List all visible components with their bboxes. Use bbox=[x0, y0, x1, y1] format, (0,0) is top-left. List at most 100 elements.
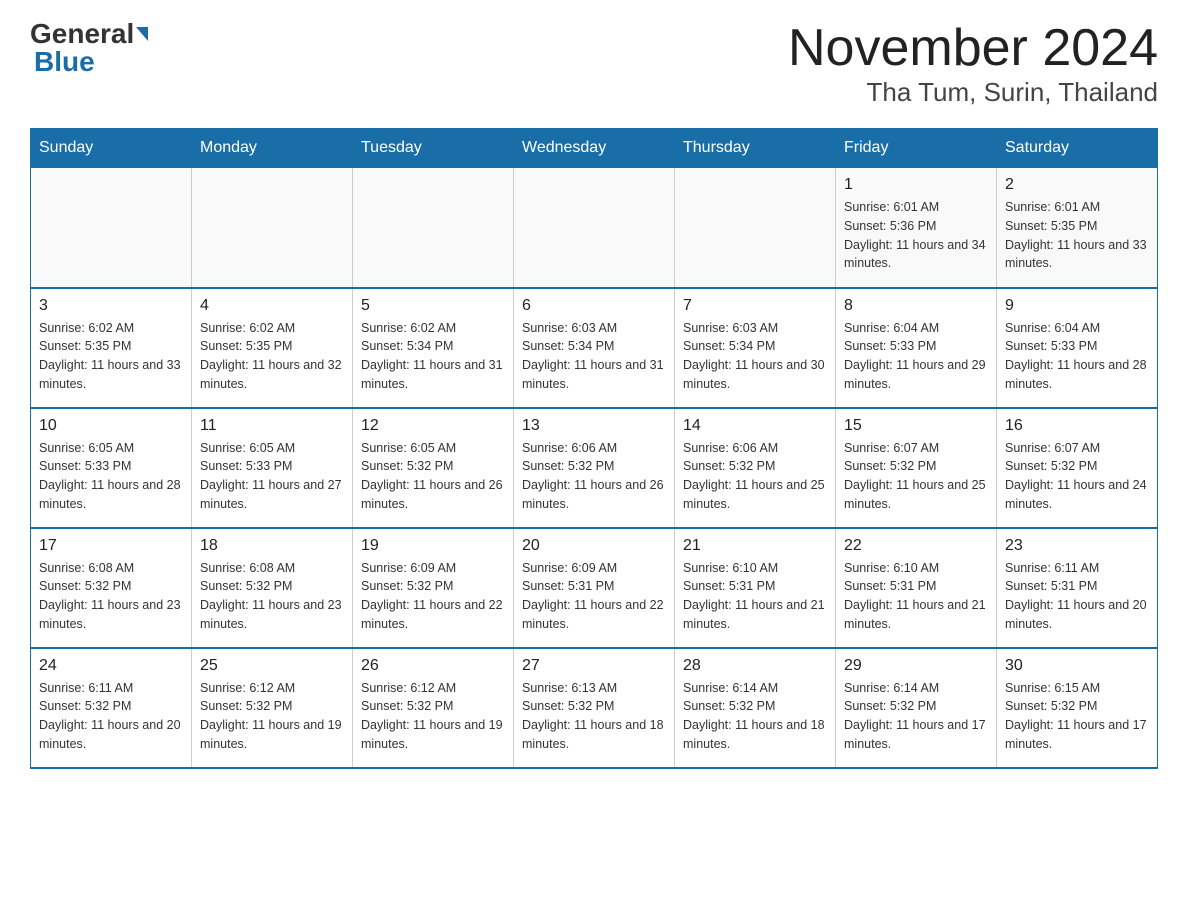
day-info: Sunrise: 6:02 AMSunset: 5:35 PMDaylight:… bbox=[39, 319, 183, 394]
day-number: 14 bbox=[683, 417, 827, 435]
day-info: Sunrise: 6:07 AMSunset: 5:32 PMDaylight:… bbox=[844, 439, 988, 514]
calendar-cell: 4 Sunrise: 6:02 AMSunset: 5:35 PMDaylight… bbox=[192, 288, 353, 408]
weekday-header-sunday: Sunday bbox=[31, 129, 192, 168]
calendar-cell: 29Sunrise: 6:14 AMSunset: 5:32 PMDayligh… bbox=[836, 648, 997, 768]
day-number: 3 bbox=[39, 297, 183, 315]
calendar-cell: 10 Sunrise: 6:05 AMSunset: 5:33 PMDayligh… bbox=[31, 408, 192, 528]
day-info: Sunrise: 6:08 AMSunset: 5:32 PMDaylight:… bbox=[200, 559, 344, 634]
day-info: Sunrise: 6:05 AMSunset: 5:33 PMDaylight:… bbox=[39, 439, 183, 514]
weekday-header-wednesday: Wednesday bbox=[514, 129, 675, 168]
calendar-cell: 19Sunrise: 6:09 AMSunset: 5:32 PMDayligh… bbox=[353, 528, 514, 648]
day-info: Sunrise: 6:06 AMSunset: 5:32 PMDaylight:… bbox=[683, 439, 827, 514]
calendar-cell: 18 Sunrise: 6:08 AMSunset: 5:32 PMDayligh… bbox=[192, 528, 353, 648]
day-number: 18 bbox=[200, 537, 344, 555]
day-info: Sunrise: 6:12 AMSunset: 5:32 PMDaylight:… bbox=[200, 679, 344, 754]
calendar-cell: 26 Sunrise: 6:12 AMSunset: 5:32 PMDayligh… bbox=[353, 648, 514, 768]
calendar-cell bbox=[675, 168, 836, 288]
calendar-cell: 30Sunrise: 6:15 AMSunset: 5:32 PMDayligh… bbox=[997, 648, 1158, 768]
calendar-cell: 27 Sunrise: 6:13 AMSunset: 5:32 PMDayligh… bbox=[514, 648, 675, 768]
calendar-cell: 20Sunrise: 6:09 AMSunset: 5:31 PMDayligh… bbox=[514, 528, 675, 648]
calendar-cell: 24 Sunrise: 6:11 AMSunset: 5:32 PMDayligh… bbox=[31, 648, 192, 768]
day-info: Sunrise: 6:13 AMSunset: 5:32 PMDaylight:… bbox=[522, 679, 666, 754]
calendar-cell: 6 Sunrise: 6:03 AMSunset: 5:34 PMDaylight… bbox=[514, 288, 675, 408]
day-info: Sunrise: 6:01 AMSunset: 5:35 PMDaylight:… bbox=[1005, 198, 1149, 273]
day-info: Sunrise: 6:14 AMSunset: 5:32 PMDaylight:… bbox=[844, 679, 988, 754]
day-info: Sunrise: 6:03 AMSunset: 5:34 PMDaylight:… bbox=[683, 319, 827, 394]
day-number: 16 bbox=[1005, 417, 1149, 435]
day-number: 2 bbox=[1005, 176, 1149, 194]
day-info: Sunrise: 6:10 AMSunset: 5:31 PMDaylight:… bbox=[683, 559, 827, 634]
logo: General Blue bbox=[30, 20, 148, 76]
day-number: 9 bbox=[1005, 297, 1149, 315]
day-number: 13 bbox=[522, 417, 666, 435]
day-info: Sunrise: 6:02 AMSunset: 5:34 PMDaylight:… bbox=[361, 319, 505, 394]
calendar-cell: 13 Sunrise: 6:06 AMSunset: 5:32 PMDayligh… bbox=[514, 408, 675, 528]
day-number: 24 bbox=[39, 657, 183, 675]
day-number: 23 bbox=[1005, 537, 1149, 555]
day-number: 21 bbox=[683, 537, 827, 555]
logo-general: General bbox=[30, 20, 148, 48]
day-number: 5 bbox=[361, 297, 505, 315]
calendar-cell: 16 Sunrise: 6:07 AMSunset: 5:32 PMDayligh… bbox=[997, 408, 1158, 528]
calendar-cell bbox=[514, 168, 675, 288]
logo-arrow-icon bbox=[136, 27, 148, 41]
day-number: 10 bbox=[39, 417, 183, 435]
month-title: November 2024 bbox=[788, 20, 1158, 77]
day-number: 20 bbox=[522, 537, 666, 555]
day-number: 7 bbox=[683, 297, 827, 315]
day-number: 4 bbox=[200, 297, 344, 315]
calendar-cell: 12Sunrise: 6:05 AMSunset: 5:32 PMDayligh… bbox=[353, 408, 514, 528]
calendar-cell: 5 Sunrise: 6:02 AMSunset: 5:34 PMDaylight… bbox=[353, 288, 514, 408]
logo-blue: Blue bbox=[34, 48, 95, 76]
weekday-header-row: SundayMondayTuesdayWednesdayThursdayFrid… bbox=[31, 129, 1158, 168]
day-info: Sunrise: 6:10 AMSunset: 5:31 PMDaylight:… bbox=[844, 559, 988, 634]
day-number: 30 bbox=[1005, 657, 1149, 675]
day-info: Sunrise: 6:02 AMSunset: 5:35 PMDaylight:… bbox=[200, 319, 344, 394]
day-info: Sunrise: 6:14 AMSunset: 5:32 PMDaylight:… bbox=[683, 679, 827, 754]
calendar-cell: 25 Sunrise: 6:12 AMSunset: 5:32 PMDayligh… bbox=[192, 648, 353, 768]
day-info: Sunrise: 6:06 AMSunset: 5:32 PMDaylight:… bbox=[522, 439, 666, 514]
calendar-cell: 28 Sunrise: 6:14 AMSunset: 5:32 PMDayligh… bbox=[675, 648, 836, 768]
calendar-cell: 22 Sunrise: 6:10 AMSunset: 5:31 PMDayligh… bbox=[836, 528, 997, 648]
weekday-header-monday: Monday bbox=[192, 129, 353, 168]
day-number: 26 bbox=[361, 657, 505, 675]
day-info: Sunrise: 6:04 AMSunset: 5:33 PMDaylight:… bbox=[844, 319, 988, 394]
calendar-cell: 15 Sunrise: 6:07 AMSunset: 5:32 PMDayligh… bbox=[836, 408, 997, 528]
day-info: Sunrise: 6:05 AMSunset: 5:32 PMDaylight:… bbox=[361, 439, 505, 514]
day-info: Sunrise: 6:04 AMSunset: 5:33 PMDaylight:… bbox=[1005, 319, 1149, 394]
calendar-week-row: 1 Sunrise: 6:01 AMSunset: 5:36 PMDaylight… bbox=[31, 168, 1158, 288]
title-section: November 2024 Tha Tum, Surin, Thailand bbox=[788, 20, 1158, 108]
calendar-cell: 1 Sunrise: 6:01 AMSunset: 5:36 PMDaylight… bbox=[836, 168, 997, 288]
day-info: Sunrise: 6:11 AMSunset: 5:32 PMDaylight:… bbox=[39, 679, 183, 754]
calendar-cell: 7 Sunrise: 6:03 AMSunset: 5:34 PMDaylight… bbox=[675, 288, 836, 408]
calendar-cell: 8Sunrise: 6:04 AMSunset: 5:33 PMDaylight… bbox=[836, 288, 997, 408]
calendar-week-row: 10 Sunrise: 6:05 AMSunset: 5:33 PMDayligh… bbox=[31, 408, 1158, 528]
day-number: 19 bbox=[361, 537, 505, 555]
day-number: 1 bbox=[844, 176, 988, 194]
calendar-week-row: 3 Sunrise: 6:02 AMSunset: 5:35 PMDaylight… bbox=[31, 288, 1158, 408]
day-info: Sunrise: 6:03 AMSunset: 5:34 PMDaylight:… bbox=[522, 319, 666, 394]
calendar-cell bbox=[31, 168, 192, 288]
day-number: 6 bbox=[522, 297, 666, 315]
calendar-cell: 11Sunrise: 6:05 AMSunset: 5:33 PMDayligh… bbox=[192, 408, 353, 528]
weekday-header-thursday: Thursday bbox=[675, 129, 836, 168]
day-info: Sunrise: 6:07 AMSunset: 5:32 PMDaylight:… bbox=[1005, 439, 1149, 514]
day-info: Sunrise: 6:08 AMSunset: 5:32 PMDaylight:… bbox=[39, 559, 183, 634]
day-number: 28 bbox=[683, 657, 827, 675]
calendar-cell: 17Sunrise: 6:08 AMSunset: 5:32 PMDayligh… bbox=[31, 528, 192, 648]
day-info: Sunrise: 6:11 AMSunset: 5:31 PMDaylight:… bbox=[1005, 559, 1149, 634]
day-info: Sunrise: 6:12 AMSunset: 5:32 PMDaylight:… bbox=[361, 679, 505, 754]
calendar-cell: 14 Sunrise: 6:06 AMSunset: 5:32 PMDayligh… bbox=[675, 408, 836, 528]
day-number: 15 bbox=[844, 417, 988, 435]
day-info: Sunrise: 6:01 AMSunset: 5:36 PMDaylight:… bbox=[844, 198, 988, 273]
day-number: 27 bbox=[522, 657, 666, 675]
calendar-cell: 2 Sunrise: 6:01 AMSunset: 5:35 PMDaylight… bbox=[997, 168, 1158, 288]
calendar-cell bbox=[192, 168, 353, 288]
weekday-header-saturday: Saturday bbox=[997, 129, 1158, 168]
calendar-week-row: 17Sunrise: 6:08 AMSunset: 5:32 PMDayligh… bbox=[31, 528, 1158, 648]
page-header: General Blue November 2024 Tha Tum, Suri… bbox=[30, 20, 1158, 108]
day-number: 22 bbox=[844, 537, 988, 555]
location-title: Tha Tum, Surin, Thailand bbox=[788, 77, 1158, 108]
day-number: 25 bbox=[200, 657, 344, 675]
calendar-cell: 21 Sunrise: 6:10 AMSunset: 5:31 PMDayligh… bbox=[675, 528, 836, 648]
